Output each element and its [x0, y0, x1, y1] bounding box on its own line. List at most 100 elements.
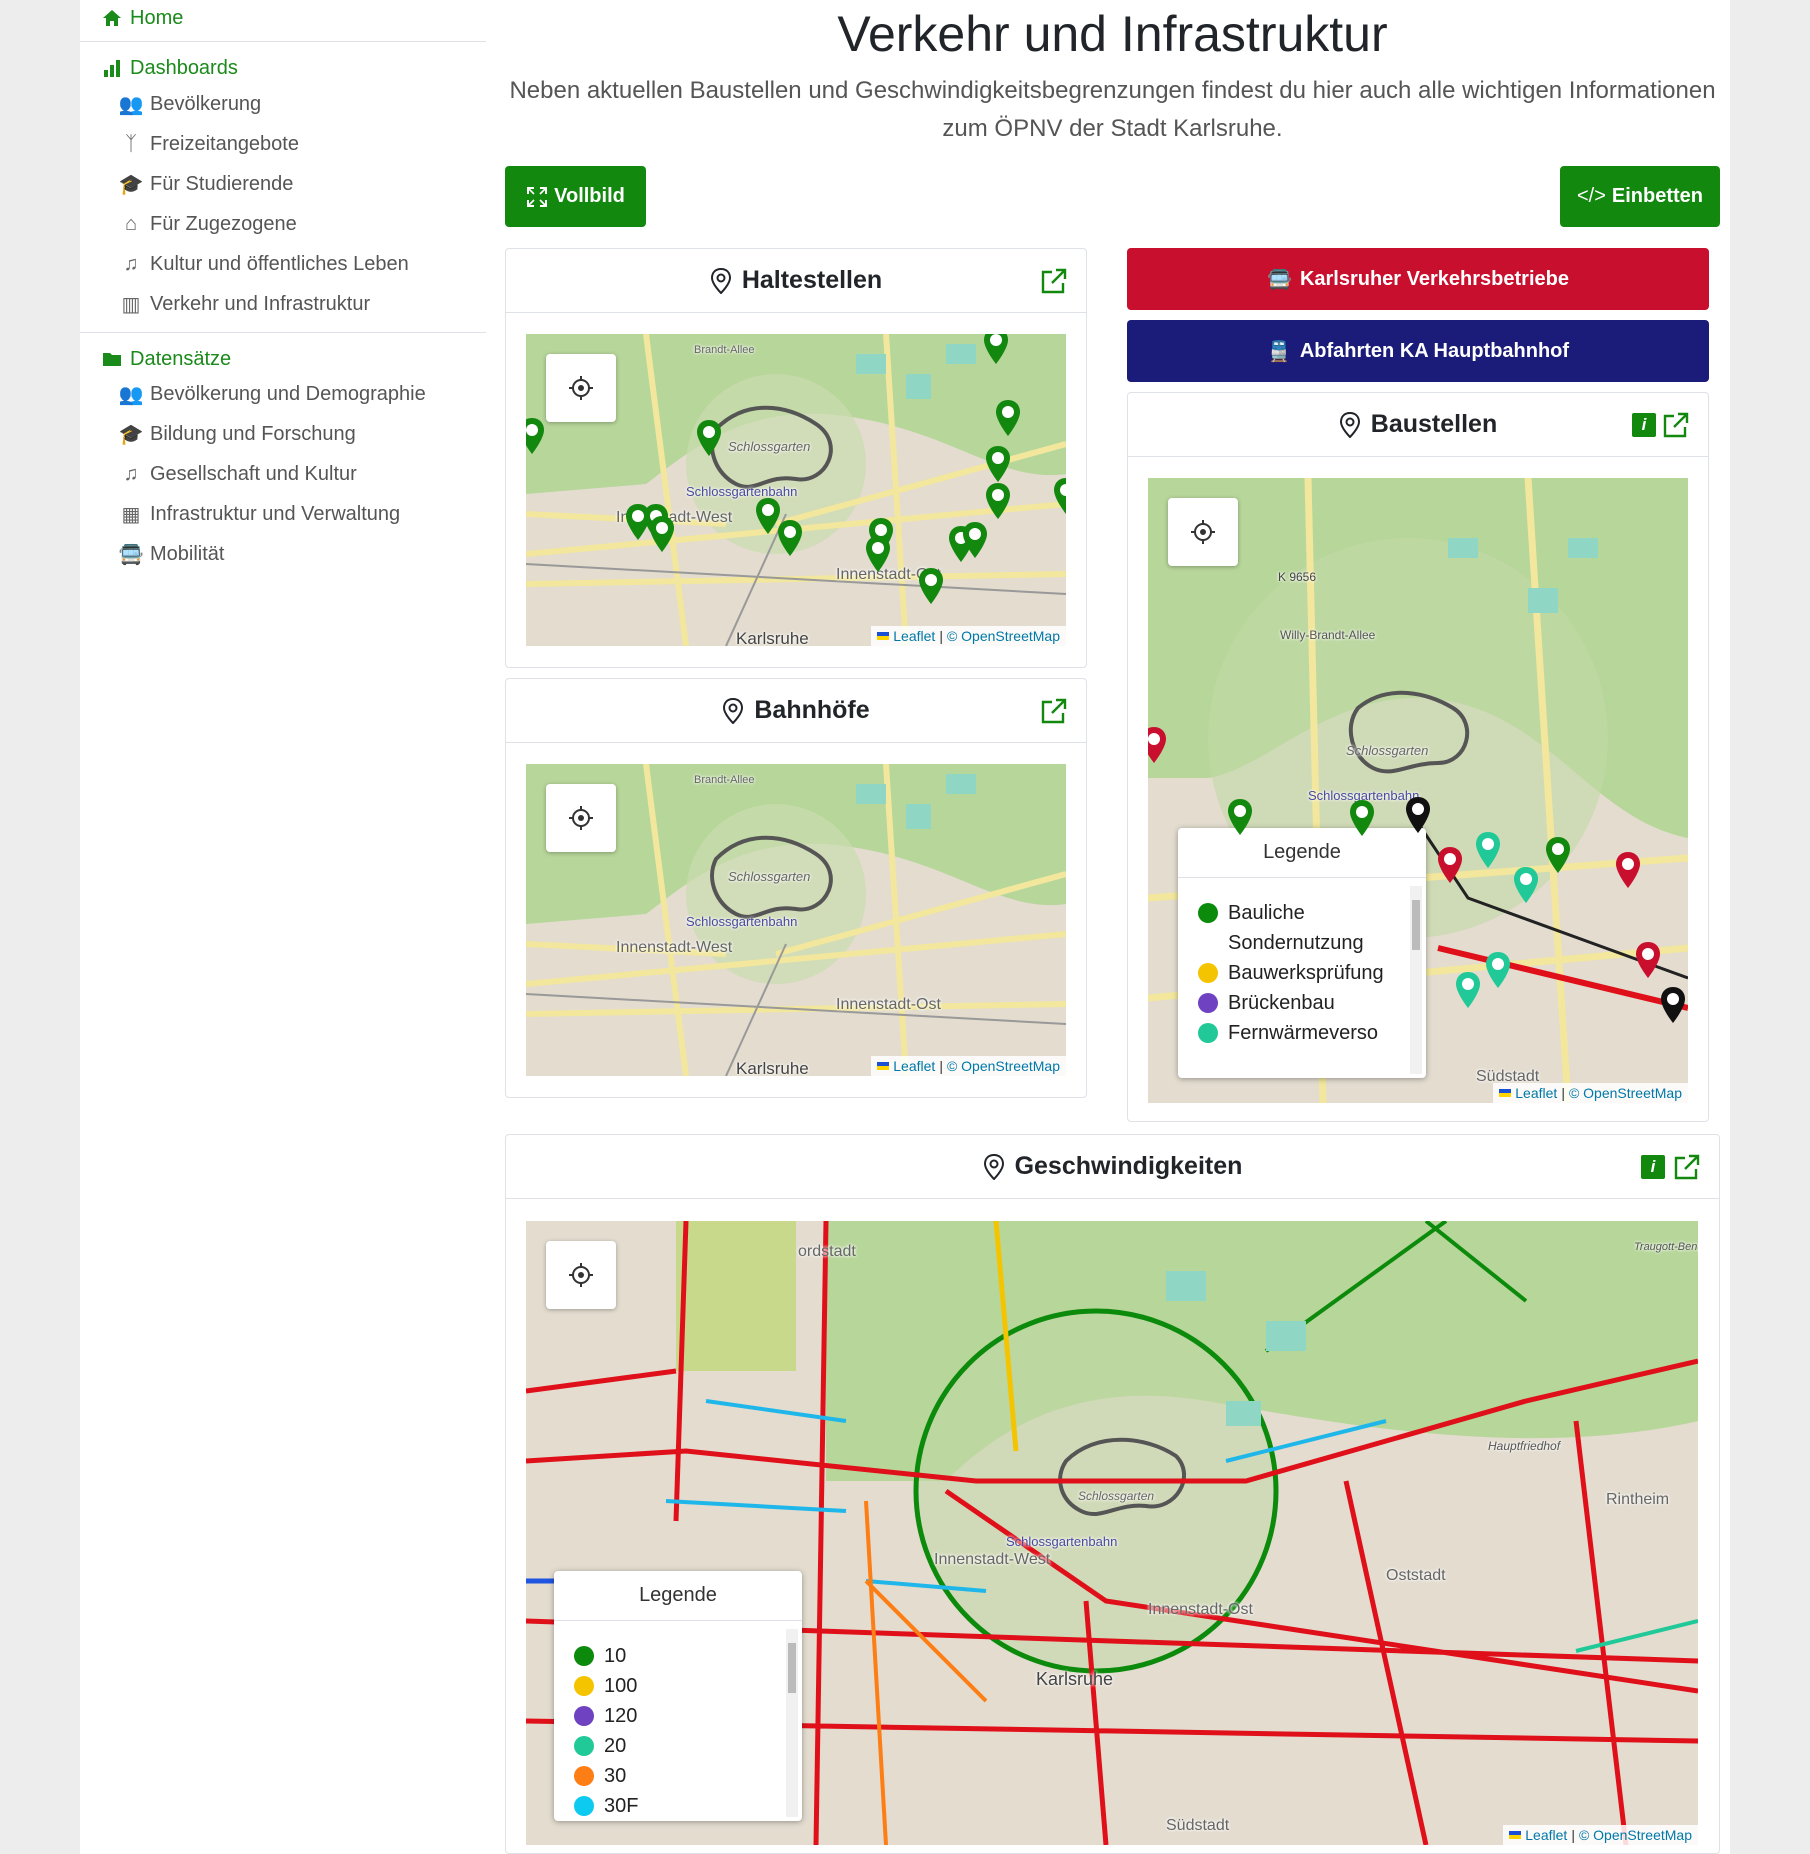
scrollbar-thumb[interactable]	[788, 1643, 796, 1693]
map-label: Schlossgartenbahn	[1006, 1534, 1118, 1549]
map-label: Karlsruhe	[736, 1059, 809, 1076]
legend-swatch	[1198, 993, 1218, 1013]
external-link-icon[interactable]	[1662, 411, 1690, 439]
nav-item-label: Bevölkerung und Demographie	[150, 382, 426, 405]
legend-item: 30F	[554, 1791, 764, 1821]
map-marker-icon[interactable]	[526, 416, 547, 456]
osm-link[interactable]: © OpenStreetMap	[1569, 1085, 1682, 1101]
kvv-button[interactable]: 🚍 Karlsruher Verkehrsbetriebe	[1127, 248, 1709, 310]
map-marker-icon[interactable]	[1473, 830, 1503, 870]
nav-item-verkehr[interactable]: ▥ Verkehr und Infrastruktur	[80, 284, 486, 324]
info-icon[interactable]: i	[1641, 1155, 1665, 1179]
map-marker-icon[interactable]	[1148, 725, 1169, 765]
speeds-map[interactable]: Legende 10 100 120 20 30 30F Leaflet|©	[526, 1221, 1698, 1845]
map-marker-icon[interactable]	[1483, 950, 1513, 990]
fullscreen-icon	[527, 186, 548, 207]
stations-map[interactable]: Leaflet | © OpenStreetMap Schlossgarten Sch…	[526, 764, 1066, 1076]
nav-item-zugezogene[interactable]: ⌂ Für Zugezogene	[80, 204, 486, 244]
legend-scrollbar[interactable]	[1410, 886, 1422, 1074]
map-marker-icon[interactable]	[1613, 850, 1643, 890]
train-icon: 🚆	[1266, 340, 1292, 363]
map-marker-icon[interactable]	[1543, 835, 1573, 875]
map-marker-icon[interactable]	[983, 481, 1013, 521]
nav-item-bevoelkerung[interactable]: 👥 Bevölkerung	[80, 84, 486, 124]
locate-button[interactable]	[546, 354, 616, 422]
legend-swatch	[574, 1736, 594, 1756]
departures-button[interactable]: 🚆 Abfahrten KA Hauptbahnhof	[1127, 320, 1709, 382]
nav-item-gesellschaft[interactable]: ♫ Gesellschaft und Kultur	[80, 454, 486, 494]
map-marker-icon[interactable]	[1511, 865, 1541, 905]
map-marker-icon[interactable]	[1658, 985, 1688, 1025]
stations-card: Bahnhöfe Leaflet | © OpenStreetMap Schlos	[505, 678, 1087, 1098]
legend-item: 100	[554, 1671, 764, 1701]
nav-item-demographie[interactable]: 👥 Bevölkerung und Demographie	[80, 374, 486, 414]
map-marker-icon[interactable]	[1347, 798, 1377, 838]
nav-item-label: Mobilität	[150, 542, 225, 565]
construction-card-header: Baustellen i	[1128, 393, 1708, 457]
nav-item-bildung[interactable]: 🎓 Bildung und Forschung	[80, 414, 486, 454]
map-marker-icon[interactable]	[916, 566, 946, 606]
stops-map[interactable]: Leaflet | © OpenStreetMap Schlossgarten Sch…	[526, 334, 1066, 646]
ukraine-flag-icon	[877, 632, 890, 640]
legend-body[interactable]: Bauliche Sondernutzung Bauwerksprüfung B…	[1178, 878, 1426, 1078]
locate-button[interactable]	[546, 1241, 616, 1309]
legend-scrollbar[interactable]	[786, 1629, 798, 1817]
nav-item-mobilitaet[interactable]: 🚍 Mobilität	[80, 534, 486, 574]
map-marker-icon[interactable]	[1403, 795, 1433, 835]
map-marker-icon[interactable]	[960, 520, 990, 560]
leaflet-link[interactable]: Leaflet	[1515, 1085, 1557, 1101]
osm-link[interactable]: © OpenStreetMap	[947, 628, 1060, 644]
stops-card-header: Haltestellen	[506, 249, 1086, 313]
map-label: Schlossgarten	[728, 869, 811, 884]
attr-sep: |	[1571, 1827, 1575, 1843]
mortarboard-icon: 🎓	[118, 173, 144, 196]
mortarboard-icon: 🎓	[118, 423, 144, 446]
attr-sep: |	[1561, 1085, 1565, 1101]
map-marker-icon[interactable]	[775, 518, 805, 558]
map-marker-icon[interactable]	[981, 334, 1011, 366]
map-marker-icon[interactable]	[993, 398, 1023, 438]
nav-datasets-label: Datensätze	[130, 347, 232, 370]
map-marker-icon[interactable]	[863, 534, 893, 574]
external-link-icon[interactable]	[1040, 697, 1068, 725]
departures-label: Abfahrten KA Hauptbahnhof	[1299, 339, 1570, 362]
legend-item-label: 20	[604, 1735, 627, 1757]
scrollbar-thumb[interactable]	[1412, 900, 1420, 950]
nav-item-freizeit[interactable]: ᛉ Freizeitangebote	[80, 124, 486, 164]
embed-button[interactable]: </> Einbetten	[1560, 166, 1720, 227]
nav-item-infrastruktur[interactable]: ▦ Infrastruktur und Verwaltung	[80, 494, 486, 534]
map-marker-icon[interactable]	[647, 514, 677, 554]
external-link-icon[interactable]	[1040, 267, 1068, 295]
legend-title: Legende	[1178, 828, 1426, 878]
map-marker-icon[interactable]	[694, 418, 724, 458]
nav-dashboards[interactable]: Dashboards	[80, 54, 238, 82]
fullscreen-button[interactable]: Vollbild	[505, 166, 646, 227]
map-label: ordstadt	[798, 1243, 856, 1260]
locate-button[interactable]	[1168, 498, 1238, 566]
leaflet-link[interactable]: Leaflet	[893, 1058, 935, 1074]
code-icon: </>	[1576, 185, 1606, 207]
nav-item-kultur[interactable]: ♫ Kultur und öffentliches Leben	[80, 244, 486, 284]
map-marker-icon[interactable]	[1225, 797, 1255, 837]
map-marker-icon[interactable]	[1453, 970, 1483, 1010]
bar-chart-icon	[104, 60, 120, 77]
legend-title: Legende	[554, 1571, 802, 1621]
legend-body[interactable]: 10 100 120 20 30 30F	[554, 1621, 802, 1821]
nav-item-label: Bevölkerung	[150, 92, 262, 115]
map-marker-icon[interactable]	[1051, 476, 1066, 516]
external-link-icon[interactable]	[1673, 1153, 1701, 1181]
map-marker-icon[interactable]	[1633, 940, 1663, 980]
map-marker-icon[interactable]	[1435, 845, 1465, 885]
leaflet-link[interactable]: Leaflet	[1525, 1827, 1567, 1843]
nav-item-studierende[interactable]: 🎓 Für Studierende	[80, 164, 486, 204]
map-label: Innenstadt-Ost	[836, 996, 941, 1013]
info-icon[interactable]: i	[1632, 413, 1656, 437]
nav-home[interactable]: Home	[80, 4, 183, 32]
osm-link[interactable]: © OpenStreetMap	[1579, 1827, 1692, 1843]
nav-datasets[interactable]: Datensätze	[80, 345, 231, 373]
construction-map[interactable]: Legende Bauliche Sondernutzung Bauwerksp…	[1148, 478, 1688, 1103]
locate-button[interactable]	[546, 784, 616, 852]
osm-link[interactable]: © OpenStreetMap	[947, 1058, 1060, 1074]
map-marker-icon[interactable]	[983, 444, 1013, 484]
leaflet-link[interactable]: Leaflet	[893, 628, 935, 644]
